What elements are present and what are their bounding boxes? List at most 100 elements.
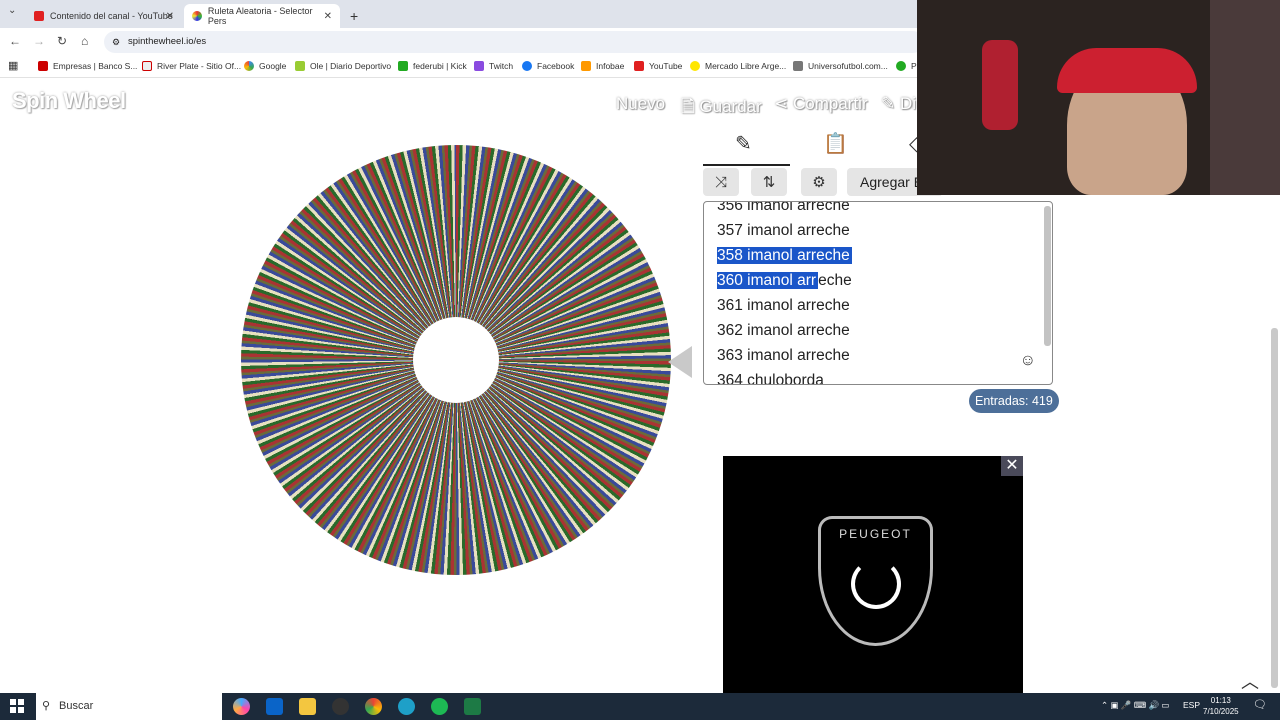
twitch-icon bbox=[474, 61, 484, 71]
spinwheel-favicon-icon bbox=[192, 11, 202, 21]
pe-icon bbox=[896, 61, 906, 71]
webcam-background bbox=[1210, 0, 1280, 195]
windows-taskbar: ⚲ Buscar ⌃ ▣ 🎤 ⌨ 🔊 ▭ ESP 01:13 7/10/2025… bbox=[0, 693, 1280, 720]
ole-icon bbox=[295, 61, 305, 71]
wheel-pointer-icon bbox=[668, 346, 692, 378]
nuevo-button[interactable]: Nuevo bbox=[616, 94, 665, 114]
entries-scrollbar[interactable] bbox=[1044, 206, 1051, 346]
close-tab-icon[interactable]: ✕ bbox=[324, 11, 332, 22]
ad-brand: PEUGEOT bbox=[839, 527, 912, 541]
scroll-top-chevron-icon[interactable]: ︿ bbox=[1236, 668, 1264, 696]
bookmark-infobae[interactable]: Infobae bbox=[581, 61, 624, 71]
back-arrow-icon[interactable]: ← bbox=[9, 34, 21, 48]
clipboard-icon: 📋 bbox=[823, 133, 848, 155]
entry-line: 364 chuloborda bbox=[717, 372, 824, 385]
entries-textarea[interactable]: 356 imanol arreche 357 imanol arreche 35… bbox=[703, 201, 1053, 385]
entry-line-partially-selected: 360 imanol arr eche bbox=[717, 272, 852, 289]
outlook-icon[interactable] bbox=[266, 698, 283, 715]
youtube-icon bbox=[634, 61, 644, 71]
peugeot-logo-icon: PEUGEOT bbox=[818, 516, 933, 646]
site-info-icon[interactable]: ⚙ bbox=[112, 31, 120, 53]
bookmark-kick[interactable]: federubi | Kick bbox=[398, 61, 467, 71]
taskbar-search[interactable]: ⚲ Buscar bbox=[36, 693, 222, 720]
pencil-icon: ✎ bbox=[881, 94, 896, 113]
page-scrollbar[interactable] bbox=[1271, 328, 1278, 688]
spin-wheel[interactable] bbox=[241, 145, 671, 575]
bookmark-google[interactable]: Google bbox=[244, 61, 286, 71]
obs-icon[interactable] bbox=[332, 698, 349, 715]
apps-grid-icon[interactable]: ▦ bbox=[8, 59, 18, 72]
microphone-icon bbox=[982, 40, 1018, 130]
sort-button[interactable]: ⇅ bbox=[751, 168, 787, 196]
compartir-button[interactable]: ⋖ Compartir bbox=[774, 94, 868, 114]
entry-line: 357 imanol arreche bbox=[717, 222, 850, 239]
mercado-libre-icon bbox=[690, 61, 700, 71]
editar-button[interactable]: ✎ Di bbox=[881, 94, 916, 114]
url-text: spinthewheel.io/es bbox=[128, 36, 207, 47]
bookmark-ole[interactable]: Ole | Diario Deportivo bbox=[295, 61, 391, 71]
tab-results[interactable]: 📋1 bbox=[823, 131, 980, 165]
tab-entries[interactable]: ✎ bbox=[735, 131, 752, 165]
replay-icon[interactable] bbox=[851, 559, 901, 609]
google-icon bbox=[244, 61, 254, 71]
shuffle-icon: ⤨ bbox=[714, 173, 727, 191]
entry-line: 363 imanol arreche bbox=[717, 347, 850, 364]
sort-icon: ⇅ bbox=[762, 174, 776, 191]
panel-tabs: ✎ 📋1 ◇ bbox=[703, 131, 980, 166]
excel-icon[interactable] bbox=[464, 698, 481, 715]
site-logo[interactable]: Spin Wheel bbox=[12, 88, 126, 114]
address-bar[interactable]: ⚙ spinthewheel.io/es bbox=[104, 31, 924, 53]
home-icon[interactable]: ⌂ bbox=[81, 34, 88, 48]
entries-count-badge: Entradas: 419 bbox=[969, 389, 1059, 413]
close-tab-icon[interactable]: ✕ bbox=[166, 11, 174, 22]
tab-title: Ruleta Aleatoria - Selector Pers bbox=[207, 6, 313, 26]
share-icon: ⋖ bbox=[774, 94, 789, 113]
copilot-icon[interactable] bbox=[233, 698, 250, 715]
close-ad-icon[interactable]: ✕ bbox=[1001, 456, 1023, 476]
entry-line: 361 imanol arreche bbox=[717, 297, 850, 314]
bookmark-youtube[interactable]: YouTube bbox=[634, 61, 682, 71]
tab-list-chevron-icon[interactable]: ⌄ bbox=[8, 5, 16, 16]
reload-icon[interactable]: ↻ bbox=[57, 34, 67, 48]
wheel-center-hub[interactable] bbox=[413, 317, 499, 403]
file-explorer-icon[interactable] bbox=[299, 698, 316, 715]
forward-arrow-icon[interactable]: → bbox=[33, 34, 45, 48]
windows-start-icon[interactable] bbox=[10, 699, 24, 713]
settings-button[interactable]: ⚙ bbox=[801, 168, 837, 196]
edge-icon[interactable] bbox=[398, 698, 415, 715]
browser-tab-ruleta[interactable]: Ruleta Aleatoria - Selector Pers ✕ bbox=[184, 4, 340, 28]
bookmark-mercado-libre[interactable]: Mercado Libre Arge... bbox=[690, 61, 786, 71]
new-tab-button[interactable]: + bbox=[342, 4, 366, 28]
notifications-icon[interactable]: 🗨 bbox=[1253, 698, 1267, 711]
entry-line-selected: 358 imanol arreche bbox=[717, 247, 852, 264]
bookmark-river-plate[interactable]: River Plate - Sitio Of... bbox=[142, 61, 241, 71]
youtube-icon bbox=[34, 11, 44, 21]
bookmark-twitch[interactable]: Twitch bbox=[474, 61, 513, 71]
spotify-icon[interactable] bbox=[431, 698, 448, 715]
save-icon: 🗎 bbox=[681, 97, 695, 116]
chrome-icon[interactable] bbox=[365, 698, 382, 715]
video-ad[interactable]: ✕ PEUGEOT bbox=[723, 456, 1023, 693]
infobae-icon bbox=[581, 61, 591, 71]
webcam-overlay bbox=[917, 0, 1280, 195]
language-indicator[interactable]: ESP bbox=[1183, 700, 1200, 710]
river-plate-icon bbox=[142, 61, 152, 71]
search-icon: ⚲ bbox=[42, 700, 51, 712]
kick-icon bbox=[398, 61, 408, 71]
universofutbol-icon bbox=[793, 61, 803, 71]
browser-tab-youtube[interactable]: Contenido del canal - YouTube ✕ bbox=[26, 4, 182, 28]
guardar-button[interactable]: 🗎 Guardar bbox=[681, 94, 762, 123]
clock-time: 01:13 bbox=[1210, 696, 1231, 705]
bookmark-empresas[interactable]: Empresas | Banco S... bbox=[38, 61, 137, 71]
tray-icons[interactable]: ⌃ ▣ 🎤 ⌨ 🔊 ▭ bbox=[1101, 700, 1169, 711]
shuffle-button[interactable]: ⤨ bbox=[703, 168, 739, 196]
streamer-cap bbox=[1057, 48, 1197, 93]
tab-title: Contenido del canal - YouTube bbox=[50, 11, 173, 21]
bookmark-universofutbol[interactable]: Universofutbol.com... bbox=[793, 61, 888, 71]
system-clock[interactable]: 01:13 7/10/2025 bbox=[1203, 695, 1239, 717]
bookmark-facebook[interactable]: Facebook bbox=[522, 61, 574, 71]
gear-icon: ⚙ bbox=[812, 174, 826, 191]
bank-icon bbox=[38, 61, 48, 71]
entry-line: 362 imanol arreche bbox=[717, 322, 850, 339]
emoji-picker-icon[interactable]: ☺ bbox=[1020, 352, 1036, 370]
